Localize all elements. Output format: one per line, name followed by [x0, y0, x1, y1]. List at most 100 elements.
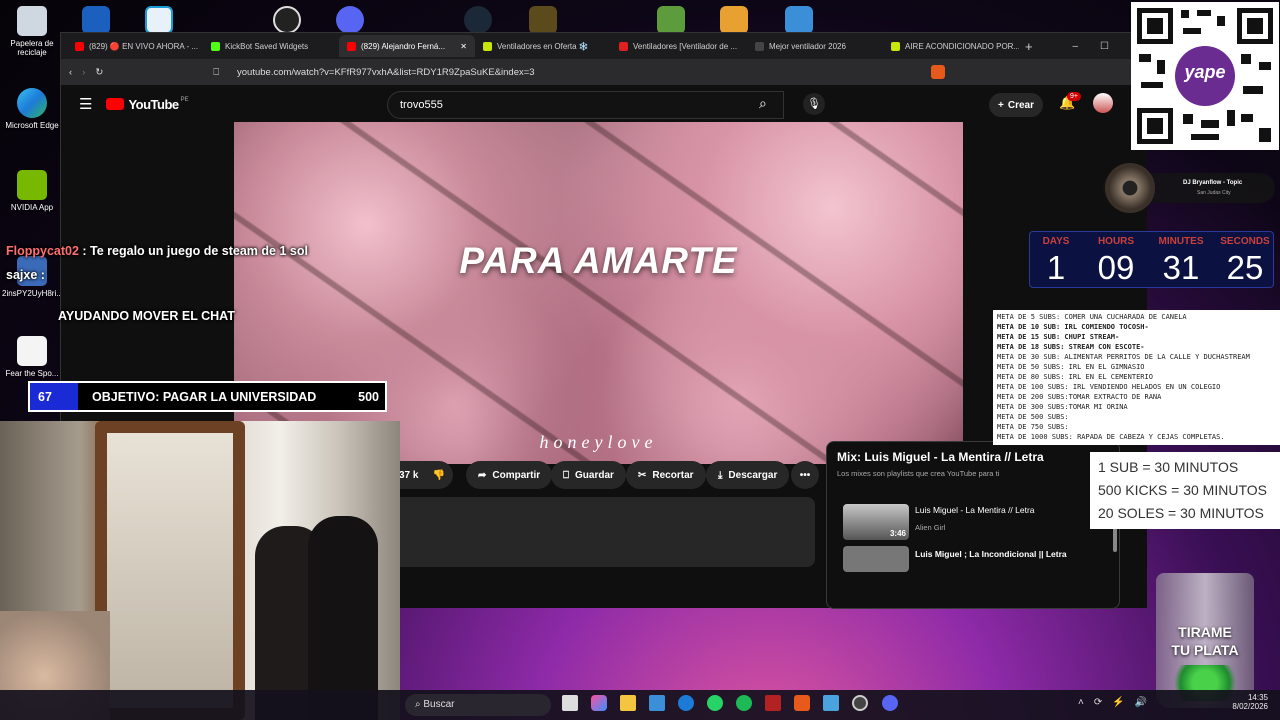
edge-icon[interactable] — [678, 695, 694, 711]
recycle-bin-icon[interactable]: Papelera de reciclaje — [2, 6, 62, 57]
search-icon[interactable]: ⌕ — [759, 95, 767, 112]
now-playing-widget: DJ Bryanflow - Topic San Judas City — [1103, 163, 1275, 213]
video-thumbnail[interactable]: 3:46 — [843, 504, 909, 540]
app-icon[interactable] — [145, 6, 173, 34]
close-icon[interactable]: ✕ — [460, 42, 467, 51]
mix-title: Mix: Luis Miguel - La Mentira // Letra — [837, 450, 1044, 464]
mix-subtitle: Los mixes son playlists que crea YouTube… — [837, 469, 1000, 478]
goal-item: META DE 1000 SUBS: RAPADA DE CABEZA Y CE… — [997, 433, 1225, 441]
chat-username: Floppycat02 — [6, 244, 79, 258]
store-icon[interactable] — [649, 695, 665, 711]
edge-icon[interactable]: Microsoft Edge — [2, 88, 62, 130]
mirror-frame — [95, 421, 245, 720]
browser-tab[interactable]: Mejor ventilador 2026 — [747, 35, 883, 57]
taskbar-search-label: Buscar — [423, 699, 455, 710]
clock[interactable]: 14:35 8/02/2026 — [1222, 693, 1268, 711]
spotify-icon[interactable] — [736, 695, 752, 711]
now-playing-artist: DJ Bryanflow - Topic — [1183, 180, 1243, 186]
minecraft-icon[interactable] — [657, 6, 685, 34]
scissors-icon: ✂ — [638, 469, 647, 481]
youtube-icon — [75, 41, 84, 51]
share-button[interactable]: ➦ Compartir — [466, 461, 553, 489]
task-view-icon[interactable] — [562, 695, 578, 711]
chat-message: Te regalo un juego de steam de 1 sol — [90, 244, 308, 258]
new-tab-button[interactable]: + — [1025, 39, 1033, 54]
video-thumbnail[interactable] — [843, 546, 909, 572]
folder-icon[interactable] — [620, 695, 636, 711]
bookmark-icon[interactable]: ⎕ — [213, 67, 219, 78]
youtube-icon — [347, 41, 356, 51]
playlist-item-title[interactable]: Luis Miguel - La Mentira // Letra — [915, 505, 1035, 515]
reload-icon[interactable]: ↻ — [95, 67, 103, 78]
timer-label-minutes: MINUTES — [1158, 236, 1204, 247]
description-box[interactable] — [391, 497, 815, 567]
address-bar: ‹ › ↻ ⎕ youtube.com/watch?v=KFfR977vxhA&… — [61, 59, 1145, 85]
video-overlay-title: PARA AMARTE — [459, 240, 738, 281]
clip-button[interactable]: ✂ Recortar — [626, 461, 706, 489]
window-controls[interactable]: –☐ — [1072, 41, 1131, 52]
timer-hours: 09 — [1097, 249, 1135, 286]
system-tray[interactable]: ˄⟳⚡🔊 — [1078, 697, 1157, 708]
forward-icon[interactable]: › — [82, 67, 85, 78]
browser-tab[interactable]: KickBot Saved Widgets — [203, 35, 339, 57]
copilot-icon[interactable] — [591, 695, 607, 711]
site-icon — [755, 41, 764, 51]
rate-item: 20 SOLES = 30 MINUTOS — [1098, 505, 1264, 521]
avatar[interactable] — [1093, 93, 1113, 113]
whatsapp-icon[interactable] — [707, 695, 723, 711]
timer-minutes: 31 — [1162, 249, 1200, 286]
youtube-logo-icon[interactable] — [106, 98, 125, 110]
notepad-icon[interactable] — [823, 695, 839, 711]
nvidia-icon[interactable]: NVIDIA App — [2, 170, 62, 212]
brave-icon[interactable] — [794, 695, 810, 711]
app-icon[interactable] — [765, 695, 781, 711]
url-field[interactable]: youtube.com/watch?v=KFfR977vxhA&list=RDY… — [237, 67, 921, 78]
discord-icon[interactable] — [336, 6, 364, 34]
game-icon[interactable] — [529, 6, 557, 34]
search-input[interactable]: trovo555✕ — [387, 91, 815, 119]
region-code: PE — [180, 97, 189, 103]
more-button[interactable]: ••• — [791, 461, 819, 489]
video-player[interactable]: PARA AMARTE honeylove — [234, 122, 963, 464]
mic-icon[interactable]: 🎙 — [803, 93, 825, 115]
obs-icon[interactable] — [273, 6, 301, 34]
timer-label-seconds: SECONDS — [1220, 236, 1270, 247]
app-icon[interactable] — [82, 6, 110, 34]
menu-icon[interactable]: ☰ — [79, 95, 92, 113]
kick-icon — [211, 41, 220, 51]
goal-current: 67 — [38, 389, 52, 404]
goal-item: META DE 5 SUBS: COMER UNA CUCHARADA DE C… — [997, 313, 1187, 321]
document-icon[interactable]: Fear the Spo... — [2, 336, 62, 378]
tab-label: Ventiladores [Ventilador de ... — [633, 41, 738, 51]
browser-tab-active[interactable]: (829) Alejandro Ferná... ✕ — [339, 35, 475, 57]
download-button[interactable]: ⤓ Descargar — [706, 461, 790, 489]
youtube-logo-text[interactable]: YouTube — [128, 97, 179, 112]
goal-item: META DE 10 SUB: IRL COMIENDO TOCOSH- — [997, 323, 1149, 331]
brave-shield-icon[interactable] — [931, 65, 945, 79]
goal-item: META DE 500 SUBS: — [997, 413, 1069, 421]
dislike-button[interactable]: 37 k 👎 — [391, 461, 453, 489]
clock-date: 8/02/2026 — [1232, 702, 1268, 711]
icon-label: 2insPY2UyH8ri... — [2, 289, 63, 298]
obs-icon[interactable] — [852, 695, 868, 711]
create-button[interactable]: + Crear — [989, 93, 1043, 117]
duration-badge: 3:46 — [889, 529, 906, 538]
goal-item: META DE 50 SUBS: IRL EN EL GIMNASIO — [997, 363, 1145, 371]
taskbar: ⌕ Buscar ˄⟳⚡🔊 14:35 8/02/2026 — [0, 690, 1280, 720]
taskbar-search[interactable]: ⌕ Buscar — [405, 694, 551, 716]
browser-tab[interactable]: Ventiladores [Ventilador de ... — [611, 35, 747, 57]
discord-icon[interactable] — [882, 695, 898, 711]
app-icon[interactable] — [785, 6, 813, 34]
browser-tab[interactable]: AIRE ACONDICIONADO POR... — [883, 35, 1019, 57]
save-button[interactable]: ⎕ Guardar — [551, 461, 626, 489]
timer-label-days: DAYS — [1042, 236, 1070, 247]
browser-tab[interactable]: Ventiladores en Oferta ❄️ — [475, 35, 611, 57]
timer-label-hours: HOURS — [1097, 236, 1135, 247]
playlist-item-channel: Alien Girl — [915, 523, 946, 532]
steam-icon[interactable] — [464, 6, 492, 34]
playlist-item-title[interactable]: Luis Miguel ; La Incondicional || Letra — [915, 549, 1067, 559]
back-icon[interactable]: ‹ — [69, 67, 72, 78]
browser-tab[interactable]: (829) 🔴 EN VIVO AHORA - ... — [67, 35, 203, 57]
game-icon[interactable] — [720, 6, 748, 34]
store-icon — [619, 41, 628, 51]
